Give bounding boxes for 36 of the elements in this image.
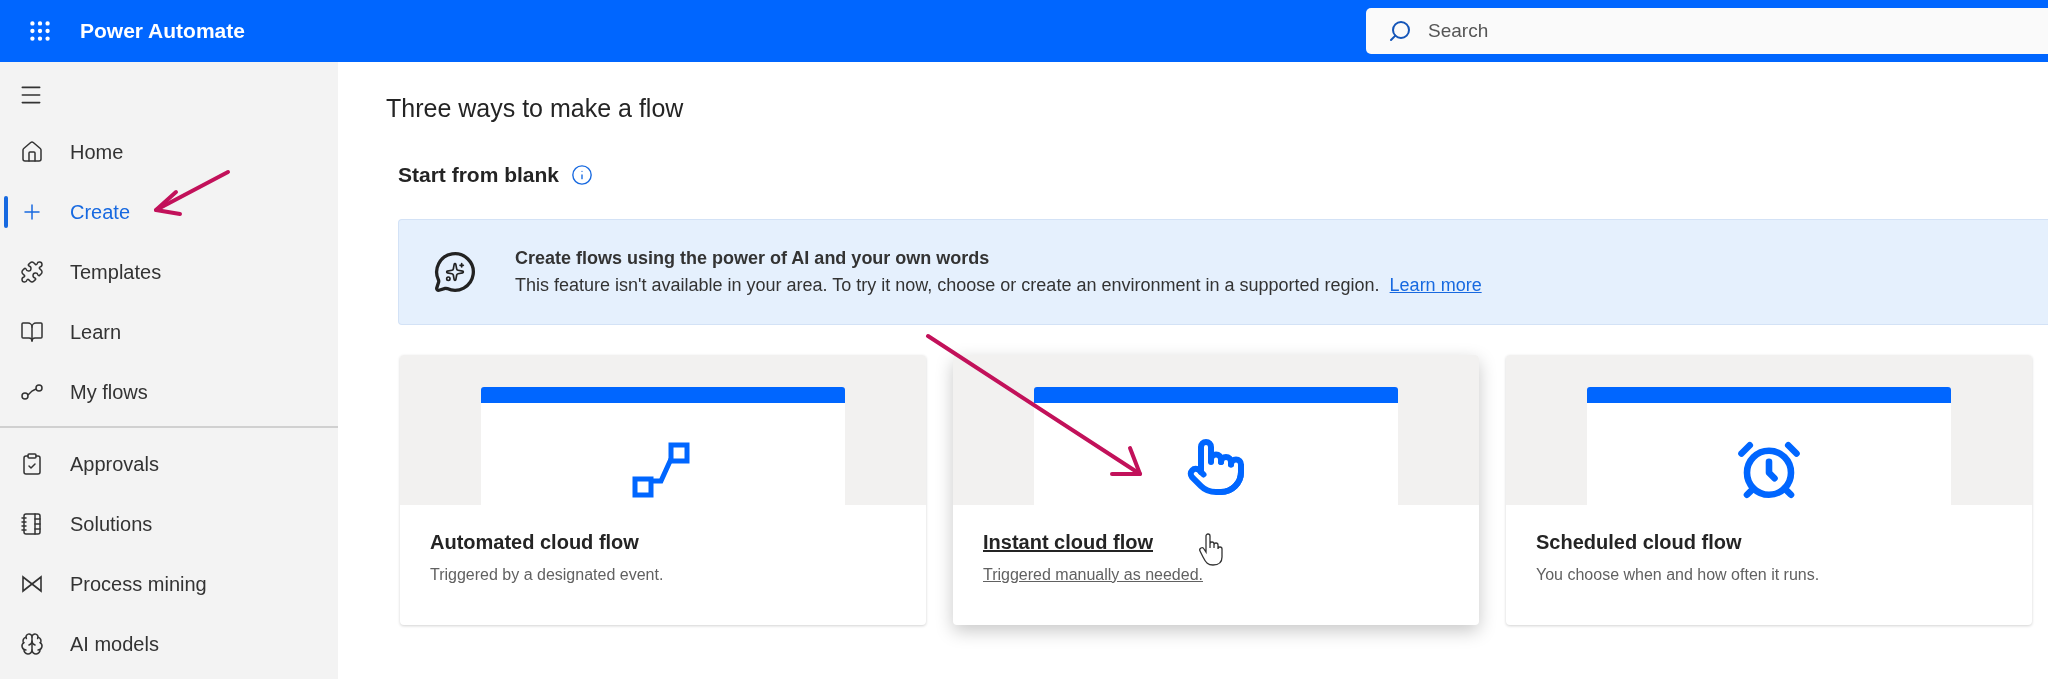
- app-launcher-icon[interactable]: [27, 18, 53, 44]
- app-name: Power Automate: [80, 19, 245, 43]
- banner-text: This feature isn't available in your area. To try it now, choose or create an environment in a supported region.: [515, 275, 1380, 296]
- card-description: Triggered by a designated event.: [430, 566, 664, 584]
- banner-title: Create flows using the power of AI and your own words: [515, 248, 991, 269]
- chat-sparkle-icon: [433, 250, 477, 294]
- nav-item[interactable]: Templates: [0, 242, 338, 302]
- learn-more-link[interactable]: Learn more: [1389, 275, 1482, 296]
- nav-item[interactable]: My flows: [0, 362, 338, 422]
- flow-card[interactable]: Scheduled cloud flow You choose when and how often it runs.: [1506, 355, 2032, 625]
- book-icon: [20, 320, 44, 344]
- card-title: Instant cloud flow: [983, 531, 1153, 554]
- flow-card[interactable]: Automated cloud flow Triggered by a designated event.: [400, 355, 926, 625]
- nav-item[interactable]: Home: [0, 122, 338, 182]
- brain-icon: [20, 632, 44, 656]
- home-icon: [20, 140, 44, 164]
- page-title: Three ways to make a flow: [386, 94, 685, 123]
- notebook-icon: [20, 512, 44, 536]
- nav-item[interactable]: Solutions: [0, 494, 338, 554]
- card-description: You choose when and how often it runs.: [1536, 566, 1820, 584]
- hand-cursor-icon: [1198, 534, 1224, 566]
- section-title: Start from blank: [398, 163, 560, 187]
- search-icon: [1388, 19, 1412, 43]
- nav-item[interactable]: Learn: [0, 302, 338, 362]
- clipboard-check-icon: [20, 452, 44, 476]
- tapping-hand-icon: [1186, 437, 1246, 497]
- nav-item[interactable]: Process mining: [0, 554, 338, 614]
- nav-item[interactable]: AI models: [0, 614, 338, 674]
- card-title: Automated cloud flow: [430, 531, 639, 554]
- card-title: Scheduled cloud flow: [1536, 531, 1742, 554]
- nav-item[interactable]: Approvals: [0, 434, 338, 494]
- puzzle-icon: [20, 260, 44, 284]
- info-icon[interactable]: [571, 164, 594, 186]
- nav-item[interactable]: Create: [0, 182, 338, 242]
- card-description: Triggered manually as needed.: [983, 566, 1203, 584]
- flow-card[interactable]: Instant cloud flow Triggered manually as needed.: [953, 355, 1479, 625]
